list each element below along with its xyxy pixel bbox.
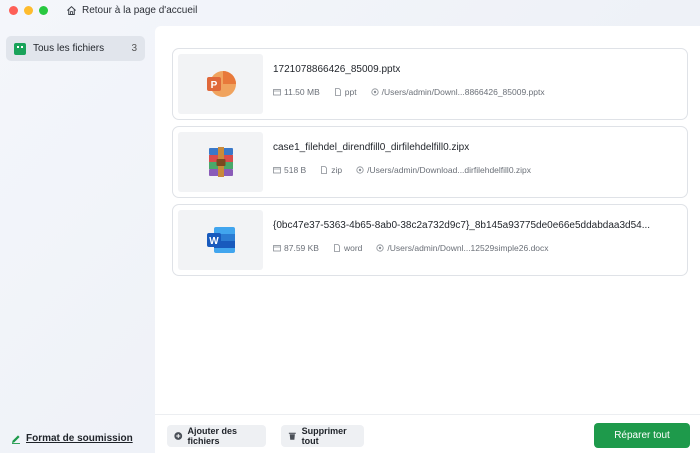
file-size: 11.50 MB: [284, 87, 320, 97]
location-icon: [356, 166, 364, 174]
size-icon: [273, 245, 281, 252]
sidebar-item-count: 3: [131, 43, 137, 54]
file-meta: 518 B zip /Users/admin/Download...dirfil…: [273, 165, 545, 175]
file-type: zip: [331, 165, 343, 175]
size-icon: [273, 167, 281, 174]
location-icon: [376, 244, 385, 252]
file-meta: 87.59 KB word /Users/admin/Downl...12529…: [273, 243, 563, 253]
svg-text:W: W: [209, 236, 219, 247]
file-list: P 1721078866426_85009.pptx 11.50 MB ppt …: [155, 26, 700, 414]
file-thumbnail: P: [178, 54, 263, 114]
sidebar: Tous les fichiers 3 Format de soumission: [0, 26, 155, 453]
bottom-toolbar: Ajouter des fichiers Supprimer tout Répa…: [155, 414, 700, 453]
file-type-icon: [334, 88, 341, 96]
file-thumbnail: W: [178, 210, 263, 270]
close-window-button[interactable]: [9, 6, 18, 15]
sidebar-item-label: Tous les fichiers: [33, 43, 105, 54]
file-meta: 11.50 MB ppt /Users/admin/Downl...886642…: [273, 87, 559, 97]
trash-icon: [288, 432, 296, 440]
file-type: word: [343, 243, 363, 253]
file-type-icon: [334, 244, 340, 252]
size-icon: [273, 89, 281, 96]
pencil-icon: [12, 434, 20, 444]
file-type: ppt: [344, 87, 357, 97]
file-card[interactable]: W {0bc47e37-5363-4b65-8ab0-38c2a732d9c7}…: [172, 204, 688, 276]
file-name: case1_filehdel_direndfill0_dirfilehdelfi…: [273, 142, 470, 153]
files-icon: [14, 42, 26, 55]
archive-icon: [208, 147, 233, 177]
file-path: /Users/admin/Downl...12529simple26.docx: [387, 243, 549, 253]
file-path: /Users/admin/Downl...8866426_85009.pptx: [381, 87, 545, 97]
repair-all-label: Réparer tout: [614, 430, 670, 441]
sidebar-item-all-files[interactable]: Tous les fichiers 3: [6, 36, 145, 61]
submit-format-label: Format de soumission: [26, 433, 133, 444]
minimize-window-button[interactable]: [24, 6, 33, 15]
file-card[interactable]: P 1721078866426_85009.pptx 11.50 MB ppt …: [172, 48, 688, 120]
file-name: {0bc47e37-5363-4b65-8ab0-38c2a732d9c7}_8…: [273, 220, 651, 231]
file-type-icon: [321, 166, 328, 174]
file-thumbnail: [178, 132, 263, 192]
submit-format-link[interactable]: Format de soumission: [11, 433, 133, 444]
powerpoint-icon: P: [206, 71, 236, 97]
plus-circle-icon: [174, 432, 183, 440]
back-home-link[interactable]: Retour à la page d'accueil: [66, 5, 197, 16]
add-files-label: Ajouter des fichiers: [187, 426, 238, 446]
zoom-window-button[interactable]: [39, 6, 48, 15]
location-icon: [370, 88, 379, 96]
add-files-button[interactable]: Ajouter des fichiers: [167, 425, 266, 447]
delete-all-button[interactable]: Supprimer tout: [281, 425, 364, 447]
back-home-label: Retour à la page d'accueil: [82, 5, 198, 16]
file-path: /Users/admin/Download...dirfilehdelfill0…: [367, 165, 532, 175]
word-icon: W: [206, 227, 235, 253]
repair-all-button[interactable]: Réparer tout: [594, 423, 690, 448]
title-bar: Retour à la page d'accueil: [0, 0, 700, 26]
app-window: Retour à la page d'accueil Tous les fich…: [0, 0, 700, 453]
file-size: 518 B: [284, 165, 307, 175]
file-card[interactable]: case1_filehdel_direndfill0_dirfilehdelfi…: [172, 126, 688, 198]
file-name: 1721078866426_85009.pptx: [273, 64, 401, 75]
delete-all-label: Supprimer tout: [301, 426, 347, 446]
window-controls: [9, 6, 48, 15]
svg-text:P: P: [210, 80, 217, 91]
home-icon: [67, 5, 76, 15]
file-size: 87.59 KB: [284, 243, 319, 253]
